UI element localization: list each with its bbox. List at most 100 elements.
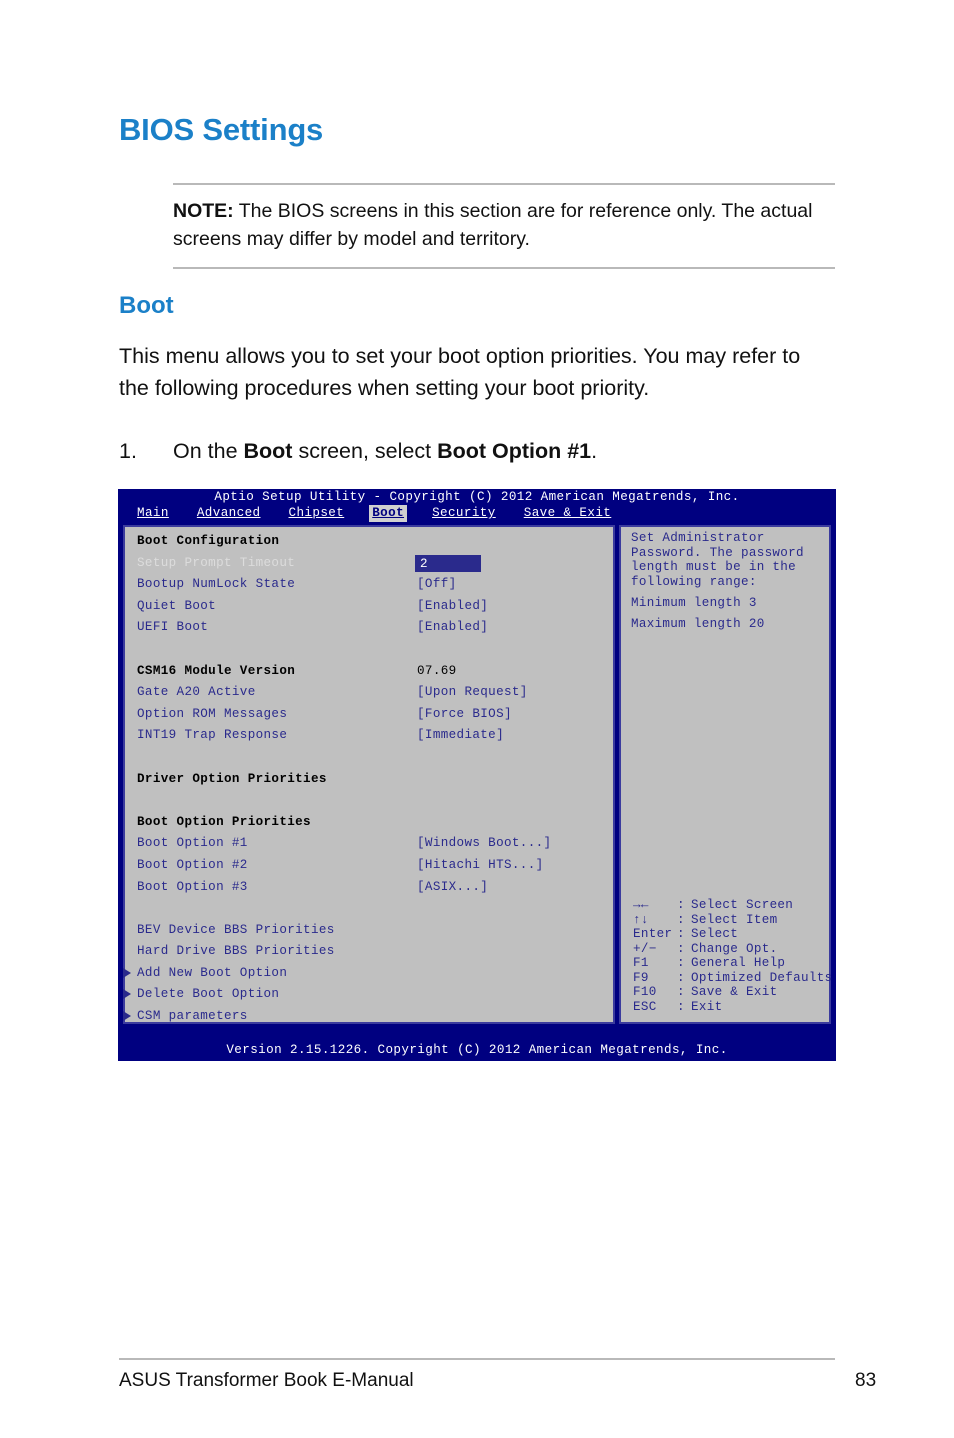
bios-row-label: Boot Option #2 xyxy=(137,857,248,872)
bios-key-name: →← xyxy=(633,898,649,912)
bios-key-name: +/− xyxy=(633,941,657,956)
bios-help-text: Set Administrator Password. The password l… xyxy=(631,531,823,632)
bios-key-action: Save & Exit xyxy=(691,985,778,999)
bios-tab-chipset[interactable]: Chipset xyxy=(286,505,348,522)
bios-help-line: Password. The password xyxy=(631,545,804,560)
bios-row[interactable]: Option ROM Messages [Force BIOS] xyxy=(137,704,605,726)
bios-row-label: Bootup NumLock State xyxy=(137,577,296,592)
bios-row-value[interactable]: [ASIX...] xyxy=(417,877,488,899)
bios-row-spacer xyxy=(137,898,605,920)
bios-key-separator: : xyxy=(677,927,685,941)
bios-key-name: ESC xyxy=(633,999,657,1014)
bios-row-label: Quiet Boot xyxy=(137,598,217,613)
bios-key-legend: →←: Select Screen ↑↓: Select Item Enter: Sele… xyxy=(633,898,833,1014)
bios-row-value: 07.69 xyxy=(417,663,457,678)
bios-row-value[interactable]: [Enabled] xyxy=(417,617,488,639)
bios-row[interactable]: CSM16 Module Version 07.69 xyxy=(137,661,605,683)
bios-tab-main[interactable]: Main xyxy=(134,505,172,522)
bios-tab-boot[interactable]: Boot xyxy=(369,505,408,522)
bios-help-line: Minimum length 3 xyxy=(631,596,757,611)
bios-settings-list: Boot Configuration Setup Prompt Timeout 2 B… xyxy=(123,531,605,1028)
page: BIOS Settings NOTE: The BIOS screens in … xyxy=(0,0,954,1438)
bios-row[interactable]: UEFI Boot [Enabled] xyxy=(137,617,605,639)
submenu-arrow-icon xyxy=(123,989,131,1000)
bios-row-value[interactable]: [Immediate] xyxy=(417,725,504,747)
body-paragraph: This menu allows you to set your boot op… xyxy=(119,344,801,400)
bios-row[interactable]: Add New Boot Option xyxy=(123,963,605,985)
bios-settings-panel: Boot Configuration Setup Prompt Timeout 2 B… xyxy=(123,525,615,1024)
bios-row-label: Setup Prompt Timeout xyxy=(137,555,296,570)
bios-help-line: following range: xyxy=(631,575,757,590)
bios-row[interactable]: Gate A20 Active [Upon Request] xyxy=(137,682,605,704)
bios-row-value[interactable]: [Windows Boot...] xyxy=(417,833,551,855)
bios-key-name: F10 xyxy=(633,985,657,999)
bios-help-line: Maximum length 20 xyxy=(631,617,765,632)
bios-row-label: Driver Option Priorities xyxy=(137,771,327,786)
bios-row-label: CSM16 Module Version xyxy=(137,663,296,678)
bios-tab-advanced[interactable]: Advanced xyxy=(194,505,264,522)
bios-row[interactable]: Driver Option Priorities xyxy=(137,769,605,791)
bios-key-action: Select Item xyxy=(691,912,778,927)
bios-key-row: F9: Optimized Defaults xyxy=(633,970,833,986)
bios-row[interactable]: Boot Option Priorities xyxy=(137,812,605,834)
bios-key-action: Optimized Defaults xyxy=(691,970,833,985)
bios-row[interactable]: BEV Device BBS Priorities xyxy=(137,920,605,942)
bios-key-separator: : xyxy=(677,941,685,956)
note-body: The BIOS screens in this section are for… xyxy=(173,200,813,250)
bios-row-value[interactable]: [Force BIOS] xyxy=(417,704,512,726)
bios-row-value[interactable]: [Off] xyxy=(417,574,457,596)
bios-tab-save-exit[interactable]: Save & Exit xyxy=(521,505,615,522)
bios-statusbar: Version 2.15.1226. Copyright (C) 2012 Am… xyxy=(226,1043,728,1057)
bios-key-name: F9 xyxy=(633,970,649,985)
submenu-arrow-icon xyxy=(123,967,131,978)
bios-row[interactable]: Boot Option #2 [Hitachi HTS...] xyxy=(137,855,605,877)
section-heading-boot: Boot xyxy=(119,292,174,319)
bios-row[interactable]: Hard Drive BBS Priorities xyxy=(137,941,605,963)
bios-help-line: length must be in the xyxy=(631,560,797,575)
bios-key-separator: : xyxy=(677,985,685,999)
bios-row-label: Add New Boot Option xyxy=(137,965,288,980)
bios-row[interactable]: Bootup NumLock State [Off] xyxy=(137,574,605,596)
bios-row-value[interactable]: [Upon Request] xyxy=(417,682,528,704)
bios-menubar: Main Advanced Chipset Boot Security Save & Ex… xyxy=(118,505,836,522)
bios-key-separator: : xyxy=(677,898,685,912)
bios-row[interactable]: Setup Prompt Timeout 2 xyxy=(137,553,605,575)
bios-row[interactable]: Boot Option #1 [Windows Boot...] xyxy=(137,833,605,855)
bios-row[interactable]: Boot Configuration xyxy=(137,531,605,553)
note-text: NOTE: The BIOS screens in this section a… xyxy=(173,197,835,253)
bios-key-name: Enter xyxy=(633,927,673,941)
bios-key-name: ↑↓ xyxy=(633,912,649,927)
bios-key-separator: : xyxy=(677,970,685,985)
bios-row-value-selected[interactable]: 2 xyxy=(415,554,481,572)
bios-row-value[interactable]: [Hitachi HTS...] xyxy=(417,855,544,877)
bios-help-line: Set Administrator xyxy=(631,531,765,545)
note-label: NOTE: xyxy=(173,200,234,222)
bios-row-value[interactable]: [Enabled] xyxy=(417,596,488,618)
bios-tab-security[interactable]: Security xyxy=(429,505,499,522)
bios-row-label: BEV Device BBS Priorities xyxy=(137,922,335,937)
bios-key-action: Change Opt. xyxy=(691,941,778,956)
bios-key-action: Select Screen xyxy=(691,898,794,912)
bios-key-row: +/−: Change Opt. xyxy=(633,942,829,957)
bios-key-separator: : xyxy=(677,999,685,1014)
bios-titlebar: Aptio Setup Utility - Copyright (C) 2012… xyxy=(214,490,740,504)
bios-key-row: F1: General Help xyxy=(633,956,829,971)
bios-row[interactable]: Boot Option #3 [ASIX...] xyxy=(137,877,605,899)
bios-key-separator: : xyxy=(677,912,685,927)
bios-row-label: Boot Option #3 xyxy=(137,879,248,894)
step-number: 1. xyxy=(119,439,137,463)
bios-row[interactable]: INT19 Trap Response [Immediate] xyxy=(137,725,605,747)
bios-help-panel: Set Administrator Password. The password l… xyxy=(619,525,833,1024)
bios-key-action: Select xyxy=(691,927,739,941)
bios-key-row: →←: Select Screen xyxy=(633,898,829,913)
bios-row[interactable]: CSM parameters xyxy=(123,1006,605,1028)
bios-row-label: CSM parameters xyxy=(137,1009,248,1024)
bios-row[interactable]: Quiet Boot [Enabled] xyxy=(137,596,605,618)
bios-row[interactable]: Delete Boot Option xyxy=(123,984,605,1006)
bios-key-separator: : xyxy=(677,956,685,970)
bios-key-row: ↑↓: Select Item xyxy=(633,913,829,928)
submenu-arrow-icon xyxy=(123,1011,131,1022)
bios-row-label: Boot Configuration xyxy=(137,534,280,548)
bios-row-label: Gate A20 Active xyxy=(137,685,256,700)
note-callout: NOTE: The BIOS screens in this section a… xyxy=(173,183,835,269)
